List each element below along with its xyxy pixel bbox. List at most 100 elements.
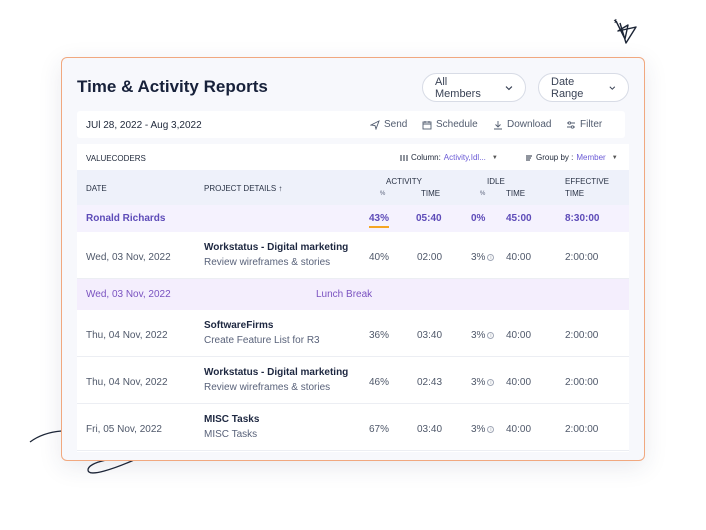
project-name: Workstatus - Digital marketing bbox=[204, 367, 349, 378]
schedule-button[interactable]: Schedule bbox=[422, 119, 478, 130]
member-summary-row[interactable]: Ronald Richards 43% 05:40 0% 45:00 8:30:… bbox=[77, 205, 629, 232]
activity-time-subheader: TIME bbox=[421, 189, 441, 198]
project-header-label: PROJECT DETAILS bbox=[204, 184, 277, 193]
group-by-selector[interactable]: Group by : Member ▼ bbox=[525, 153, 618, 162]
table-row[interactable]: Thu, 04 Nov, 2022 SoftwareFirms Create F… bbox=[77, 310, 629, 357]
download-button[interactable]: Download bbox=[493, 119, 551, 130]
idle-pct-cell: 3% i bbox=[471, 252, 495, 263]
table-row[interactable]: Thu, 04 Nov, 2022 Workstatus - Digital m… bbox=[77, 357, 629, 404]
table-options-bar: VALUECODERS Column: Activity,Idl... ▼ Gr… bbox=[77, 144, 629, 170]
member-name: Ronald Richards bbox=[86, 213, 166, 224]
task-name: Create Feature List for R3 bbox=[204, 335, 320, 346]
report-toolbar: JUl 28, 2022 - Aug 3,2022 Send Schedule … bbox=[77, 111, 625, 138]
break-label: Lunch Break bbox=[316, 289, 373, 300]
project-details: MISC Tasks MISC Tasks bbox=[204, 414, 259, 440]
column-selector-value: Activity,Idl... bbox=[443, 153, 486, 162]
project-name: SoftwareFirms bbox=[204, 320, 274, 331]
idle-pct: 3% bbox=[471, 377, 486, 388]
member-activity-time: 05:40 bbox=[416, 213, 442, 224]
task-name: Review wireframes & stories bbox=[204, 257, 331, 268]
column-header-date: DATE bbox=[86, 184, 107, 193]
star-doodle-icon bbox=[613, 18, 637, 44]
break-row: Wed, 03 Nov, 2022 Lunch Break bbox=[77, 279, 629, 310]
activity-pct-subheader: % bbox=[380, 191, 386, 197]
activity-pct: 46% bbox=[369, 377, 390, 388]
activity-time: 02:43 bbox=[417, 377, 443, 388]
chevron-down-icon: ▼ bbox=[611, 154, 618, 161]
filter-label: Filter bbox=[580, 119, 603, 130]
project-details: Workstatus - Digital marketing Review wi… bbox=[204, 367, 348, 393]
member-activity-pct: 43% bbox=[369, 213, 390, 228]
effective-time: 2:00:00 bbox=[565, 252, 599, 263]
task-name: MISC Tasks bbox=[204, 429, 258, 440]
idle-pct: 3% bbox=[471, 252, 486, 263]
download-label: Download bbox=[507, 119, 552, 130]
report-table: VALUECODERS Column: Activity,Idl... ▼ Gr… bbox=[77, 144, 629, 452]
effective-time: 2:00:00 bbox=[565, 424, 599, 435]
idle-time-subheader: TIME bbox=[506, 189, 526, 198]
reports-card: Time & Activity Reports All Members Date… bbox=[61, 57, 645, 461]
schedule-label: Schedule bbox=[436, 119, 478, 130]
columns-icon bbox=[400, 154, 408, 161]
idle-time: 40:00 bbox=[506, 330, 532, 341]
group-lines-icon bbox=[526, 155, 532, 160]
idle-pct: 3% bbox=[471, 330, 486, 341]
effective-time: 2:00:00 bbox=[565, 330, 599, 341]
download-icon bbox=[494, 120, 502, 129]
members-filter-dropdown[interactable]: All Members bbox=[422, 73, 526, 102]
idle-pct-cell: 3% i bbox=[471, 377, 495, 388]
filter-button[interactable]: Filter bbox=[566, 119, 602, 130]
activity-time: 03:40 bbox=[417, 330, 443, 341]
info-icon[interactable]: i bbox=[487, 332, 495, 339]
send-label: Send bbox=[384, 119, 408, 130]
date-range-dropdown[interactable]: Date Range bbox=[538, 73, 629, 102]
entry-date: Fri, 05 Nov, 2022 bbox=[86, 424, 162, 435]
send-button[interactable]: Send bbox=[370, 119, 407, 130]
break-date: Wed, 03 Nov, 2022 bbox=[86, 289, 171, 300]
info-icon[interactable]: i bbox=[487, 426, 495, 433]
date-range-label: Date Range bbox=[551, 75, 584, 100]
entry-date: Thu, 04 Nov, 2022 bbox=[86, 330, 168, 341]
entry-date: Wed, 03 Nov, 2022 bbox=[86, 252, 171, 263]
idle-pct-subheader: % bbox=[480, 191, 486, 197]
info-icon[interactable]: i bbox=[487, 379, 495, 386]
sort-arrow-up-icon: ↑ bbox=[278, 184, 283, 193]
task-name: Review wireframes & stories bbox=[204, 382, 331, 393]
activity-time: 03:40 bbox=[417, 424, 443, 435]
column-selector-label: Column: bbox=[411, 153, 441, 162]
chevron-down-icon bbox=[505, 85, 513, 90]
idle-pct-cell: 3% i bbox=[471, 424, 495, 435]
column-header-activity: ACTIVITY bbox=[386, 177, 423, 186]
idle-pct-cell: 3% i bbox=[471, 330, 495, 341]
activity-time: 02:00 bbox=[417, 252, 443, 263]
idle-time: 40:00 bbox=[506, 377, 532, 388]
organization-name: VALUECODERS bbox=[86, 154, 146, 163]
selected-date-range: JUl 28, 2022 - Aug 3,2022 bbox=[86, 120, 202, 131]
chevron-down-icon bbox=[609, 85, 616, 90]
project-name: MISC Tasks bbox=[204, 414, 260, 425]
chevron-down-icon: ▼ bbox=[491, 154, 498, 161]
column-selector[interactable]: Column: Activity,Idl... ▼ bbox=[400, 153, 498, 162]
project-name: Workstatus - Digital marketing bbox=[204, 242, 349, 253]
member-idle-time: 45:00 bbox=[506, 213, 532, 224]
group-by-label: Group by : bbox=[536, 153, 574, 162]
project-details: Workstatus - Digital marketing Review wi… bbox=[204, 242, 348, 268]
column-header-project[interactable]: PROJECT DETAILS ↑ bbox=[204, 184, 282, 193]
entry-date: Thu, 04 Nov, 2022 bbox=[86, 377, 168, 388]
table-row[interactable]: Wed, 03 Nov, 2022 Workstatus - Digital m… bbox=[77, 232, 629, 279]
effective-time: 2:00:00 bbox=[565, 377, 599, 388]
activity-pct: 36% bbox=[369, 330, 390, 341]
info-icon[interactable]: i bbox=[487, 254, 495, 261]
idle-pct: 3% bbox=[471, 424, 486, 435]
member-effective-time: 8:30:00 bbox=[565, 213, 600, 224]
page-title: Time & Activity Reports bbox=[77, 77, 268, 96]
idle-time: 40:00 bbox=[506, 424, 532, 435]
table-row[interactable]: Fri, 05 Nov, 2022 MISC Tasks MISC Tasks … bbox=[77, 404, 629, 451]
members-filter-label: All Members bbox=[435, 75, 481, 100]
activity-pct: 67% bbox=[369, 424, 390, 435]
group-by-value: Member bbox=[576, 153, 606, 162]
filter-sliders-icon bbox=[567, 120, 575, 129]
project-details: SoftwareFirms Create Feature List for R3 bbox=[204, 320, 320, 346]
calendar-icon bbox=[422, 120, 432, 129]
activity-pct: 40% bbox=[369, 252, 390, 263]
